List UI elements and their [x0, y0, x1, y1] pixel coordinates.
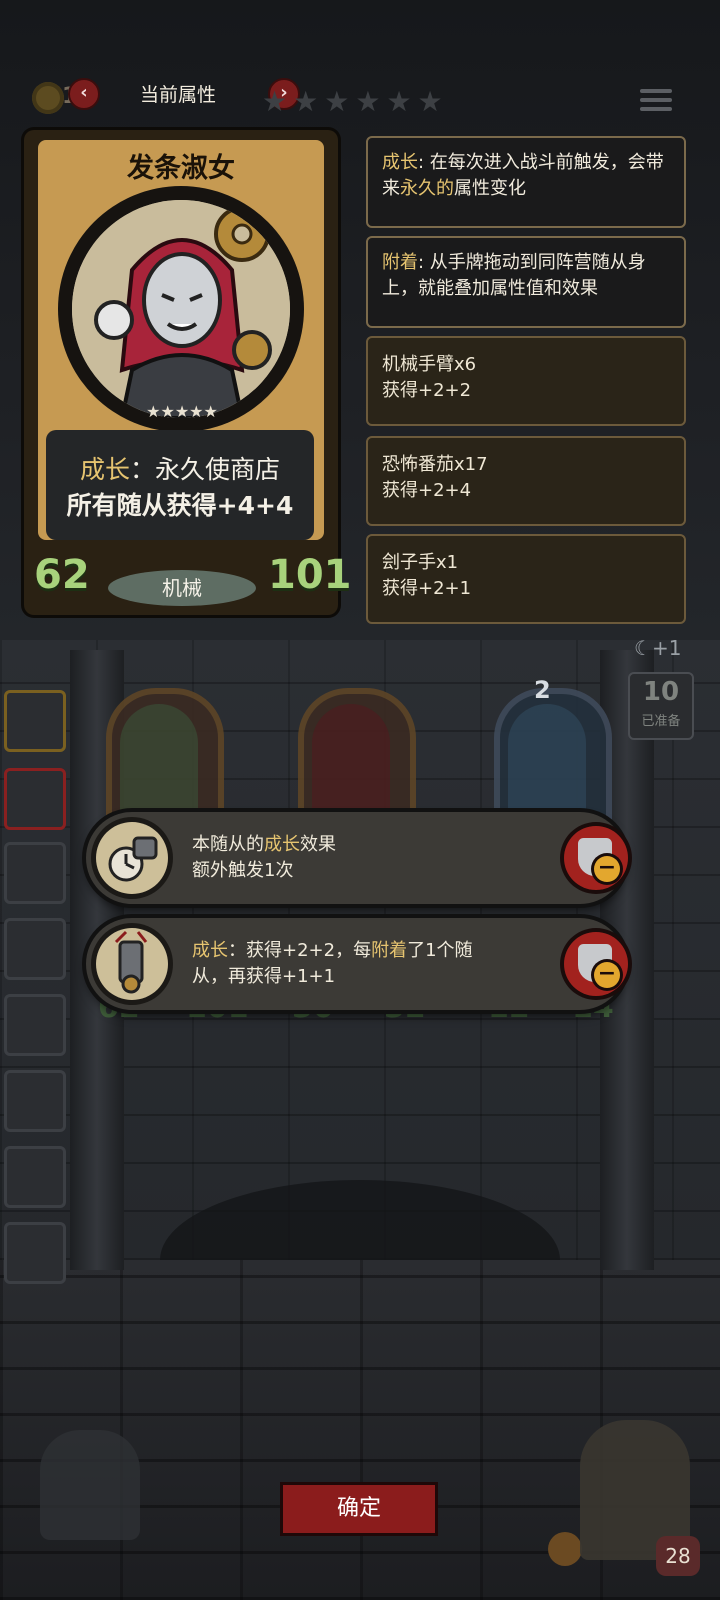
star-icon: ★: [293, 85, 319, 118]
popup-line2: 从，再获得+1+1: [192, 966, 336, 987]
coin-icon: [32, 82, 64, 114]
attach-text: : 从手牌拖动到同阵营随从身上，就能叠加属性值和效果: [382, 252, 646, 299]
buff-gain: 获得+2+2: [382, 380, 472, 401]
card-description: 成长：永久使商店 所有随从获得+4+4: [46, 452, 314, 524]
popup-text: 本随从的成长效果 额外触发1次: [192, 832, 336, 884]
clockwork-lady-portrait: [72, 200, 290, 418]
hero-portrait-left[interactable]: [40, 1430, 140, 1540]
health-badge: 28: [656, 1536, 700, 1576]
minus-icon: −: [594, 962, 620, 988]
growth-keyword: 成长: [192, 940, 228, 961]
player-portrait[interactable]: [4, 842, 66, 904]
attach-keyword: 附着: [371, 940, 408, 961]
card-health: 101: [268, 552, 352, 598]
player-portrait[interactable]: [4, 1070, 66, 1132]
player-portrait[interactable]: [4, 994, 66, 1056]
moon-bonus: +1: [651, 636, 682, 660]
attach-keyword-info: 附着: 从手牌拖动到同阵营随从身上，就能叠加属性值和效果: [366, 236, 686, 328]
player-portrait[interactable]: [4, 690, 66, 752]
growth-text-end: 属性变化: [454, 178, 526, 199]
ready-counter: 10 已准备: [628, 672, 694, 740]
buff-row: 刽子手x1 获得+2+1: [366, 534, 686, 624]
player-portrait[interactable]: [4, 768, 66, 830]
bell-icon[interactable]: [548, 1532, 582, 1566]
desc-line2: 所有随从获得+4+4: [66, 491, 294, 520]
buff-gain: 获得+2+4: [382, 480, 472, 501]
ready-label: 已准备: [641, 714, 681, 729]
buff-row: 恐怖番茄x17 获得+2+4: [366, 436, 686, 526]
card-name: 发条淑女: [127, 153, 235, 184]
attach-label: 附着: [382, 252, 418, 273]
tavern-stars: ★ ★ ★ ★ ★ ★: [262, 88, 449, 116]
card-star-rating: ★★★★★: [146, 402, 218, 421]
mechanical-arm-icon: [96, 928, 168, 1000]
prev-page-button[interactable]: ‹: [68, 78, 100, 110]
star-icon: ★: [355, 85, 381, 118]
buff-source: 恐怖番茄x17: [382, 454, 488, 475]
growth-label: 成长: [382, 152, 418, 173]
menu-icon[interactable]: [640, 84, 672, 116]
moon-icon: ☾+1: [634, 636, 682, 660]
star-icon: ★: [262, 85, 288, 118]
popup-text-b: 效果: [300, 834, 336, 855]
growth-keyword: 成长: [79, 455, 130, 484]
popup-text-a: ：获得+2+2，每: [228, 940, 372, 961]
stopwatch-gauntlet-icon: [96, 822, 168, 894]
remove-shield-button[interactable]: −: [564, 826, 628, 890]
growth-keyword: 成长: [264, 834, 300, 855]
growth-keyword-info: 成长: 在每次进入战斗前触发，会带来永久的属性变化: [366, 136, 686, 228]
buff-gain: 获得+2+1: [382, 578, 472, 599]
remove-shield-button[interactable]: −: [564, 932, 628, 996]
star-icon: ★: [417, 85, 443, 118]
slot-level: 2: [534, 676, 551, 704]
card-tribe: 机械: [108, 570, 256, 606]
buff-source: 机械手臂x6: [382, 354, 477, 375]
buff-row: 机械手臂x6 获得+2+2: [366, 336, 686, 426]
card-attack: 62: [34, 552, 90, 598]
star-icon: ★: [324, 85, 350, 118]
confirm-button[interactable]: 确定: [280, 1482, 438, 1536]
popup-text: 成长：获得+2+2，每附着了1个随 从，再获得+1+1: [192, 938, 473, 990]
page-title: 当前属性: [140, 84, 217, 106]
ready-count: 10: [642, 677, 680, 707]
player-portrait[interactable]: [4, 918, 66, 980]
growth-highlight: 永久的: [400, 178, 454, 199]
popup-line2: 额外触发1次: [192, 860, 294, 881]
popup-text-b: 了1个随: [407, 940, 473, 961]
desc-line1: ：永久使商店: [130, 455, 281, 484]
buff-source: 刽子手x1: [382, 552, 459, 573]
player-portrait[interactable]: [4, 1222, 66, 1284]
player-portrait[interactable]: [4, 1146, 66, 1208]
star-icon: ★: [386, 85, 412, 118]
minus-icon: −: [594, 856, 620, 882]
popup-text-a: 本随从的: [192, 834, 264, 855]
